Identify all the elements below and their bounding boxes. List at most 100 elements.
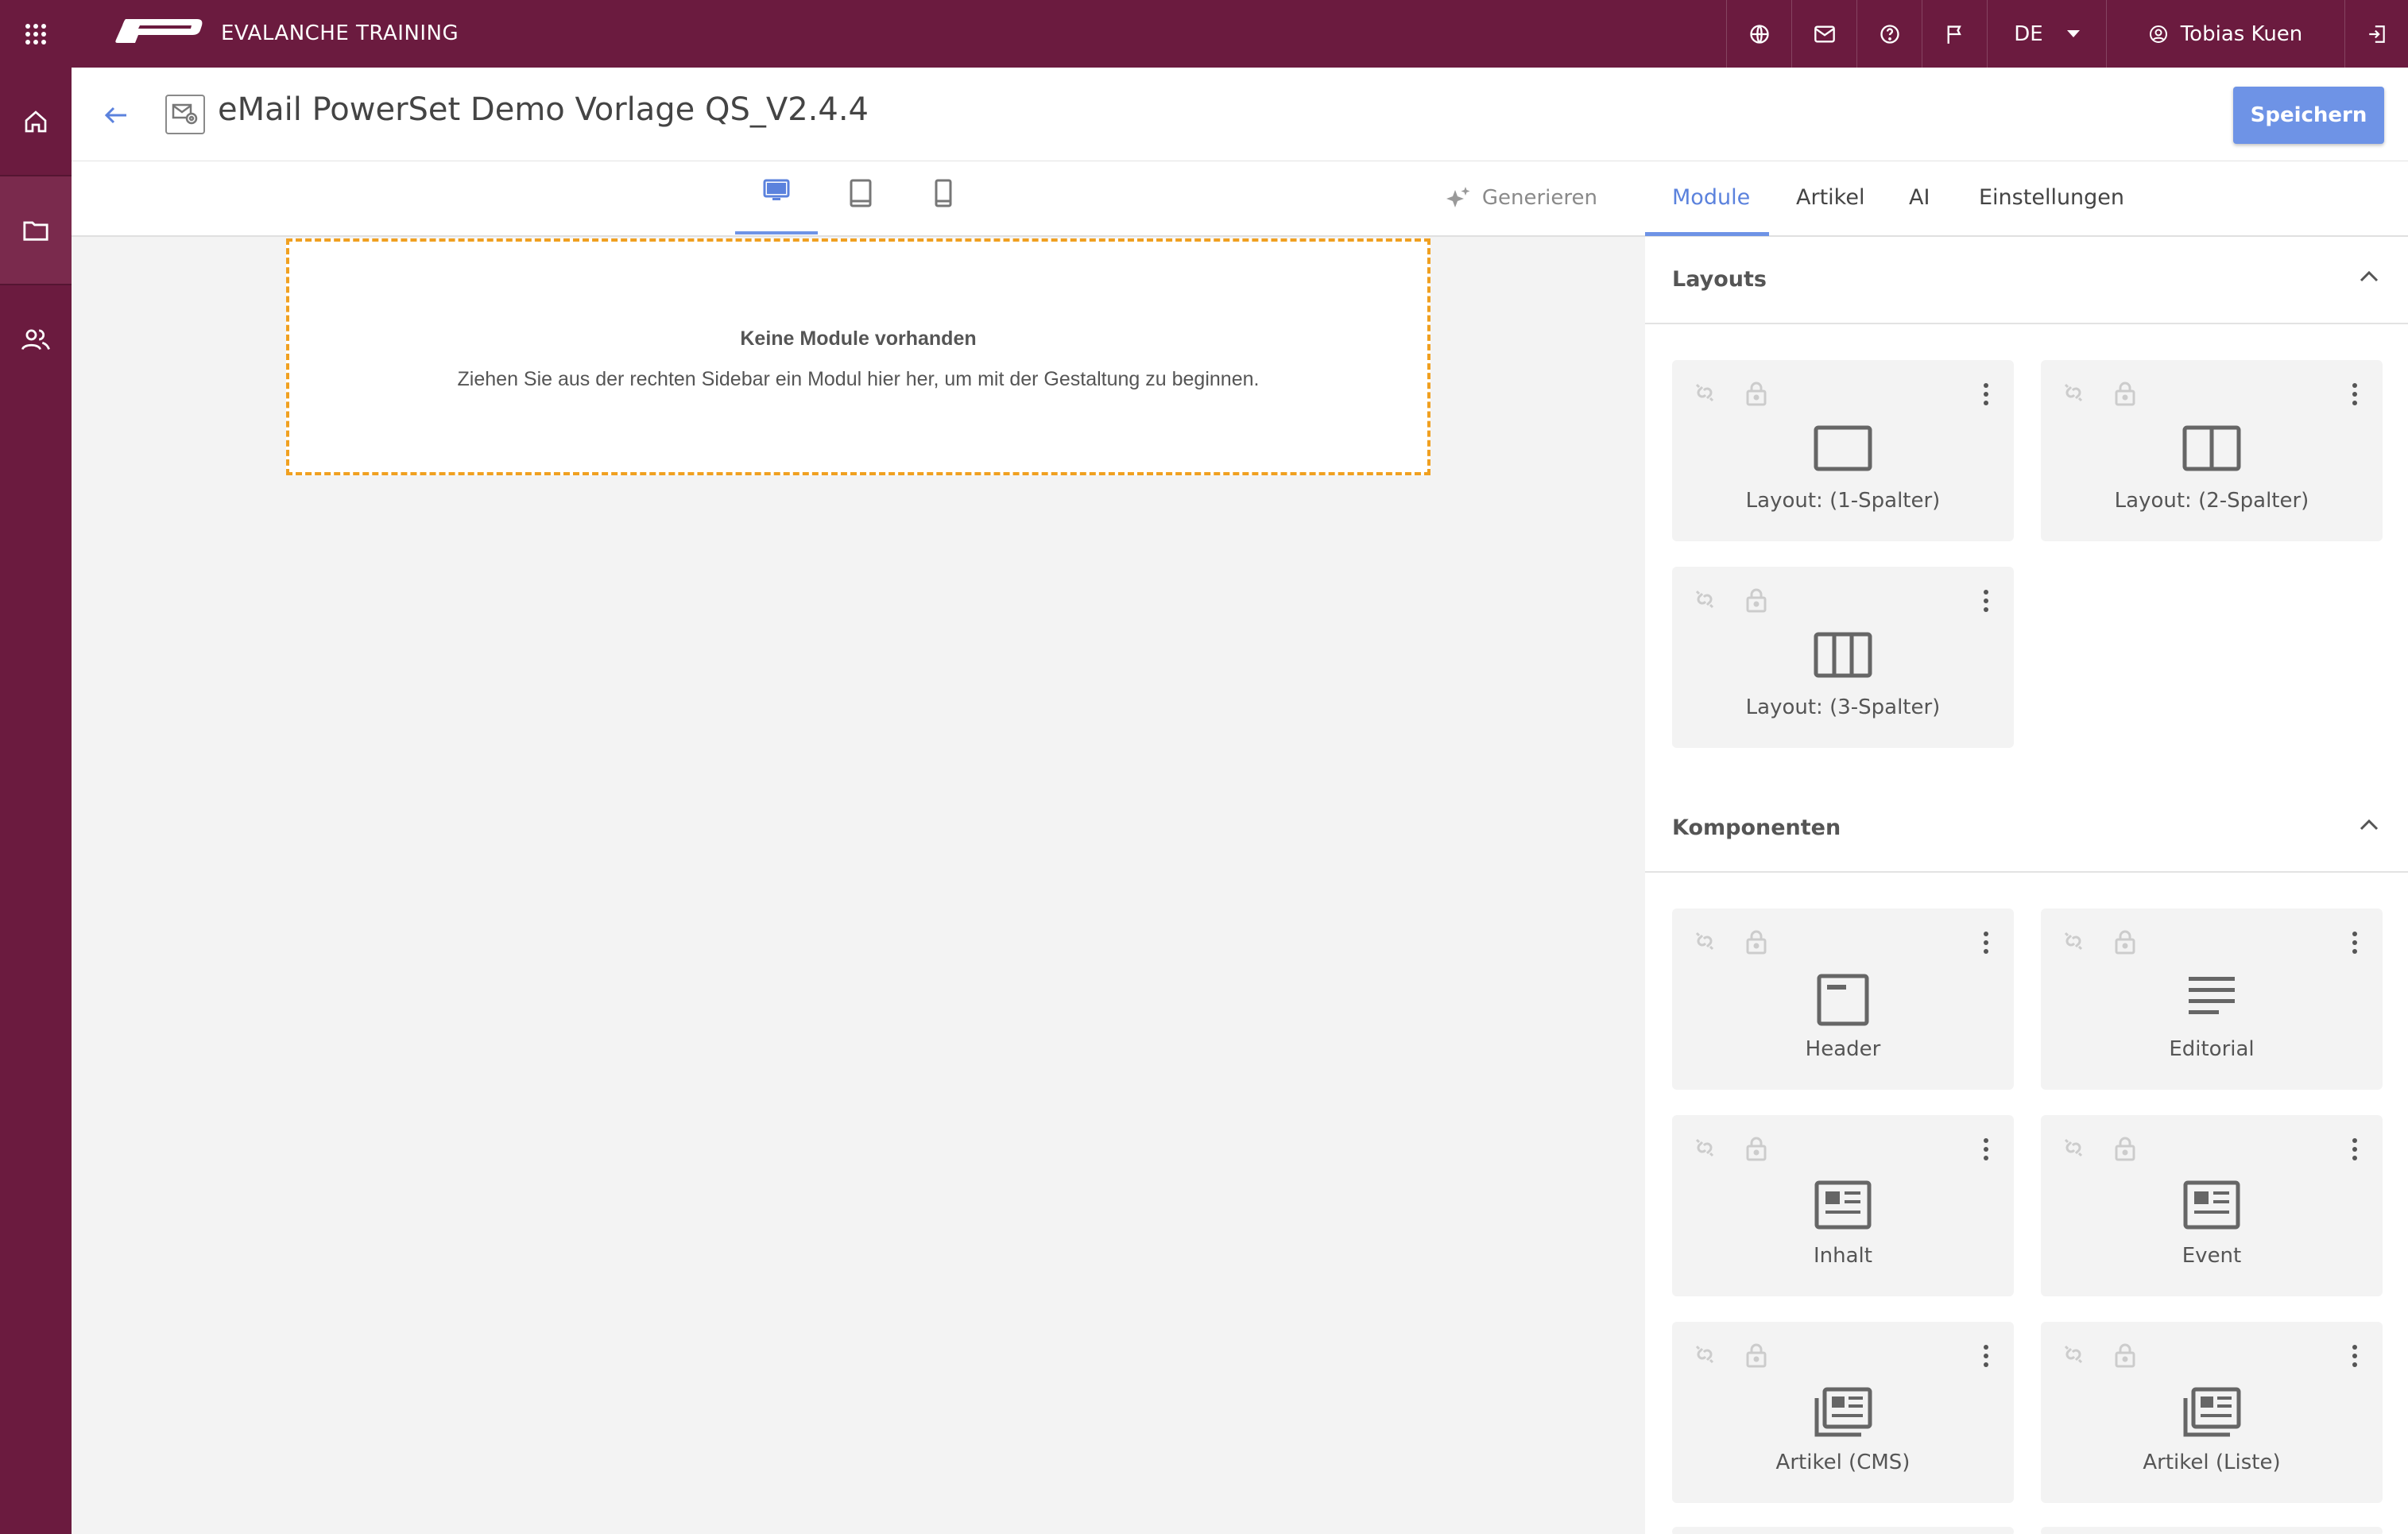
- language-select[interactable]: DE: [1987, 0, 2106, 68]
- flag-icon: [1947, 25, 1961, 44]
- logout-button[interactable]: [2344, 0, 2408, 68]
- article-icon: [1814, 1180, 1872, 1230]
- more-vertical-icon[interactable]: [1982, 1344, 1990, 1368]
- generate-label: Generieren: [1481, 186, 1597, 210]
- lock-icon: [1746, 382, 1767, 406]
- empty-state-description: Ziehen Sie aus der rechten Sidebar ein M…: [457, 368, 1260, 390]
- link-icon: [1695, 590, 1714, 609]
- chevron-down-icon: [2066, 30, 2080, 37]
- brand-logo[interactable]: [114, 17, 203, 45]
- link-icon: [1695, 932, 1714, 951]
- more-vertical-icon[interactable]: [2351, 1344, 2359, 1368]
- grid-icon: [25, 23, 46, 45]
- editor-canvas: Keine Module vorhanden Ziehen Sie aus de…: [72, 237, 1645, 1534]
- sidebar-tabs: Module Artikel AI Einstellungen: [1645, 161, 2408, 237]
- module-dropzone[interactable]: Keine Module vorhanden Ziehen Sie aus de…: [286, 238, 1430, 475]
- module-label: Inhalt: [1814, 1244, 1872, 1268]
- device-tablet-button[interactable]: [819, 179, 902, 234]
- module-label: Layout: (3-Spalter): [1745, 695, 1941, 719]
- left-nav-rail: [0, 68, 72, 1534]
- module-card-editorial[interactable]: Editorial: [2041, 908, 2383, 1090]
- lock-icon: [1746, 1343, 1767, 1368]
- title-bar: eMail PowerSet Demo Vorlage QS_V2.4.4 Sp…: [72, 68, 2408, 161]
- more-vertical-icon[interactable]: [2351, 382, 2359, 406]
- user-name: Tobias Kuen: [2180, 21, 2303, 46]
- more-vertical-icon[interactable]: [2351, 931, 2359, 955]
- folder-icon: [23, 221, 48, 241]
- module-card-event[interactable]: Event: [2041, 1115, 2383, 1296]
- tablet-icon: [850, 179, 872, 207]
- layout-2col-icon: [2182, 425, 2241, 471]
- module-label: Artikel (CMS): [1775, 1451, 1911, 1474]
- nav-files[interactable]: [0, 176, 72, 284]
- article-stack-icon: [1814, 1387, 1872, 1437]
- flag-button[interactable]: [1922, 0, 1987, 68]
- module-label: Artikel (Liste): [2143, 1451, 2281, 1474]
- chevron-up-icon: [2360, 270, 2379, 282]
- back-button[interactable]: [100, 99, 132, 131]
- device-desktop-button[interactable]: [735, 179, 818, 234]
- section-komponenten-header[interactable]: Komponenten: [1645, 785, 2408, 873]
- module-card-partial[interactable]: [2041, 1527, 2383, 1534]
- globe-icon: [1749, 24, 1769, 44]
- sparkle-icon: [1446, 187, 1470, 207]
- arrow-left-icon: [104, 107, 126, 124]
- module-card-layout-3col[interactable]: Layout: (3-Spalter): [1672, 567, 2014, 748]
- tab-ai[interactable]: AI: [1909, 185, 1930, 210]
- module-label: Layout: (1-Spalter): [1745, 489, 1941, 513]
- module-card-header[interactable]: Header: [1672, 908, 2014, 1090]
- module-label: Editorial: [2169, 1037, 2255, 1061]
- lock-icon: [2115, 1137, 2135, 1161]
- more-vertical-icon[interactable]: [1982, 382, 1990, 406]
- editorial-icon: [2189, 977, 2235, 1014]
- link-icon: [1695, 1138, 1714, 1157]
- nav-contacts[interactable]: [0, 285, 72, 393]
- section-layouts-header[interactable]: Layouts: [1645, 237, 2408, 324]
- link-icon: [1695, 1345, 1714, 1364]
- empty-state-title: Keine Module vorhanden: [740, 327, 977, 350]
- link-icon: [2064, 1345, 2083, 1364]
- module-card-layout-1col[interactable]: Layout: (1-Spalter): [1672, 360, 2014, 541]
- device-mobile-button[interactable]: [902, 179, 985, 234]
- module-label: Layout: (2-Spalter): [2114, 489, 2309, 513]
- chevron-up-icon: [2360, 819, 2379, 831]
- user-circle-icon: [2149, 25, 2167, 43]
- tab-artikel[interactable]: Artikel: [1796, 185, 1864, 210]
- globe-button[interactable]: [1726, 0, 1791, 68]
- module-label: Header: [1805, 1037, 1881, 1061]
- page-title: eMail PowerSet Demo Vorlage QS_V2.4.4: [218, 91, 869, 128]
- mobile-icon: [935, 179, 952, 207]
- save-button[interactable]: Speichern: [2233, 87, 2384, 144]
- header-icon: [1817, 974, 1869, 1026]
- module-card-artikel-cms[interactable]: Artikel (CMS): [1672, 1322, 2014, 1503]
- logout-icon: [2368, 25, 2385, 43]
- layout-3col-icon: [1814, 632, 1872, 678]
- module-card-layout-2col[interactable]: Layout: (2-Spalter): [2041, 360, 2383, 541]
- more-vertical-icon[interactable]: [1982, 589, 1990, 613]
- users-icon: [21, 329, 50, 350]
- lock-icon: [2115, 930, 2135, 955]
- module-label: Event: [2182, 1244, 2242, 1268]
- mail-button[interactable]: [1791, 0, 1856, 68]
- nav-home[interactable]: [0, 68, 72, 175]
- module-card-partial[interactable]: [1672, 1527, 2014, 1534]
- module-card-artikel-liste[interactable]: Artikel (Liste): [2041, 1322, 2383, 1503]
- module-card-inhalt[interactable]: Inhalt: [1672, 1115, 2014, 1296]
- article-stack-icon: [2183, 1387, 2241, 1437]
- more-vertical-icon[interactable]: [1982, 1137, 1990, 1161]
- tab-module[interactable]: Module: [1672, 185, 1750, 210]
- right-sidebar: Module Artikel AI Einstellungen Layouts …: [1645, 161, 2408, 1534]
- lock-icon: [2115, 382, 2135, 406]
- generate-button[interactable]: Generieren: [1446, 185, 1597, 211]
- tab-einstellungen[interactable]: Einstellungen: [1979, 185, 2124, 210]
- app-launcher-button[interactable]: [0, 0, 72, 68]
- lock-icon: [1746, 588, 1767, 613]
- link-icon: [2064, 932, 2083, 951]
- language-value: DE: [2014, 21, 2043, 46]
- more-vertical-icon[interactable]: [1982, 931, 1990, 955]
- user-menu[interactable]: Tobias Kuen: [2106, 0, 2344, 68]
- help-button[interactable]: [1856, 0, 1922, 68]
- brand-name: EVALANCHE TRAINING: [221, 21, 459, 45]
- layout-1col-icon: [1814, 425, 1872, 471]
- more-vertical-icon[interactable]: [2351, 1137, 2359, 1161]
